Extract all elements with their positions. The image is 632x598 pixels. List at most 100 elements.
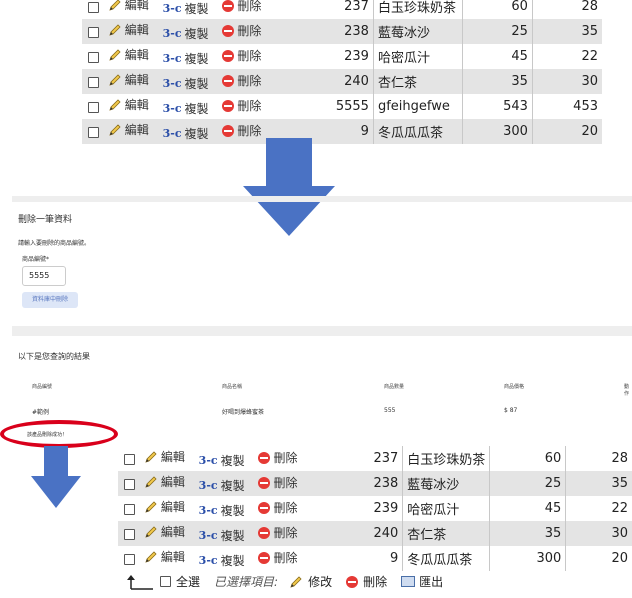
copy-button[interactable]: 3-c 複製 — [199, 477, 245, 494]
delete-button[interactable]: 刪除 — [222, 0, 261, 14]
edit-button[interactable]: 編輯 — [144, 448, 185, 465]
delete-icon — [258, 526, 271, 539]
copy-button[interactable]: 3-c 複製 — [163, 100, 209, 117]
copy-button[interactable]: 3-c 複製 — [199, 527, 245, 544]
edit-button[interactable]: 編輯 — [108, 0, 149, 13]
results-title: 以下是您查詢的結果 — [18, 352, 90, 361]
pencil-icon — [109, 0, 121, 11]
table-row: 編輯 3-c 複製 刪除 9 冬瓜瓜瓜茶 300 20 — [82, 119, 602, 144]
row-checkbox[interactable] — [88, 76, 99, 88]
cell-id: 239 — [317, 44, 374, 69]
cell-price: 22 — [532, 44, 602, 69]
pencil-icon — [109, 24, 121, 36]
cell-qty: 300 — [462, 119, 533, 144]
edit-button[interactable]: 編輯 — [144, 548, 185, 565]
form-title: 刪除一筆資料 — [18, 215, 73, 225]
delete-icon — [222, 24, 235, 37]
cell-qty: 300 — [489, 546, 567, 571]
cell-qty: 35 — [462, 69, 533, 94]
product-id-input[interactable]: 5555 — [22, 266, 66, 286]
cell-price: 28 — [532, 0, 602, 19]
highlight-oval — [0, 420, 118, 448]
cell-qty: 60 — [462, 0, 533, 19]
table-row: 編輯 3-c 複製 刪除 240 杏仁茶 35 30 — [118, 521, 632, 546]
table-row: 編輯 3-c 複製 刪除 5555 gfeihgefwe 543 453 — [82, 94, 602, 119]
edit-button[interactable]: 編輯 — [144, 523, 185, 540]
delete-icon — [258, 451, 271, 464]
cell-qty: 25 — [462, 19, 533, 44]
delete-from-db-button[interactable]: 資料庫中刪除 — [22, 292, 78, 308]
row-checkbox[interactable] — [88, 126, 99, 138]
cell-id: 238 — [357, 471, 404, 496]
small-down-arrow-icon — [31, 446, 81, 508]
edit-button[interactable]: 編輯 — [144, 498, 185, 515]
delete-button[interactable]: 刪除 — [222, 122, 261, 139]
delete-button[interactable]: 刪除 — [258, 499, 297, 516]
table-row: 編輯 3-c 複製 刪除 237 白玉珍珠奶茶 60 28 — [82, 0, 602, 19]
cell-id: 237 — [317, 0, 374, 19]
edit-button[interactable]: 編輯 — [108, 46, 149, 63]
row-checkbox[interactable] — [88, 51, 99, 63]
cell-id: 240 — [317, 69, 374, 94]
cell-id: 237 — [357, 446, 404, 471]
cell-price: 453 — [532, 94, 602, 119]
bulk-export-button[interactable]: 匯出 — [401, 573, 443, 590]
delete-button[interactable]: 刪除 — [258, 549, 297, 566]
table-row: 編輯 3-c 複製 刪除 239 哈密瓜汁 45 22 — [118, 496, 632, 521]
copy-icon: 3-c — [198, 503, 218, 517]
row-checkbox[interactable] — [124, 478, 135, 490]
row-checkbox[interactable] — [124, 528, 135, 540]
bulk-delete-button[interactable]: 刪除 — [346, 573, 387, 590]
cell-price: 30 — [532, 69, 602, 94]
cell-price: 30 — [565, 521, 632, 546]
copy-button[interactable]: 3-c 複製 — [163, 25, 209, 42]
copy-button[interactable]: 3-c 複製 — [163, 75, 209, 92]
delete-button[interactable]: 刪除 — [222, 22, 261, 39]
edit-button[interactable]: 編輯 — [108, 121, 149, 138]
delete-button[interactable]: 刪除 — [258, 449, 297, 466]
cell-name: 哈密瓜汁 — [373, 44, 464, 69]
result-product-name: 好喝到爆蜂蜜茶 — [222, 409, 265, 416]
row-checkbox[interactable] — [124, 553, 135, 565]
delete-icon — [258, 501, 271, 514]
select-all-checkbox[interactable]: 全選 — [160, 573, 200, 590]
table-row: 編輯 3-c 複製 刪除 238 藍莓冰沙 25 35 — [82, 19, 602, 44]
result-product-id: #範例 — [32, 409, 50, 416]
edit-button[interactable]: 編輯 — [144, 473, 185, 490]
cell-price: 35 — [532, 19, 602, 44]
cell-name: 哈密瓜汁 — [402, 496, 491, 521]
copy-button[interactable]: 3-c 複製 — [199, 502, 245, 519]
cell-qty: 543 — [462, 94, 533, 119]
cell-price: 35 — [565, 471, 632, 496]
cell-qty: 45 — [462, 44, 533, 69]
cell-name: 藍莓冰沙 — [402, 471, 491, 496]
big-down-arrow-icon — [243, 138, 335, 236]
pencil-icon — [145, 526, 157, 538]
row-checkbox[interactable] — [88, 26, 99, 38]
row-checkbox[interactable] — [88, 101, 99, 113]
delete-button[interactable]: 刪除 — [222, 72, 261, 89]
copy-button[interactable]: 3-c 複製 — [163, 0, 209, 17]
cell-name: 冬瓜瓜瓜茶 — [373, 119, 464, 144]
delete-button[interactable]: 刪除 — [258, 524, 297, 541]
row-checkbox[interactable] — [124, 503, 135, 515]
result-product-price: $ 87 — [504, 407, 518, 414]
delete-button[interactable]: 刪除 — [222, 47, 261, 64]
edit-button[interactable]: 編輯 — [108, 96, 149, 113]
table-row: 編輯 3-c 複製 刪除 240 杏仁茶 35 30 — [82, 69, 602, 94]
pencil-icon — [145, 501, 157, 513]
corner-arrow-up-icon — [127, 574, 153, 590]
bulk-modify-button[interactable]: 修改 — [288, 573, 332, 590]
edit-button[interactable]: 編輯 — [108, 71, 149, 88]
copy-button[interactable]: 3-c 複製 — [163, 50, 209, 67]
row-checkbox[interactable] — [124, 453, 135, 465]
delete-button[interactable]: 刪除 — [222, 97, 261, 114]
copy-button[interactable]: 3-c 複製 — [199, 452, 245, 469]
delete-button[interactable]: 刪除 — [258, 474, 297, 491]
edit-button[interactable]: 編輯 — [108, 21, 149, 38]
copy-button[interactable]: 3-c 複製 — [163, 125, 209, 142]
cell-qty: 25 — [489, 471, 567, 496]
copy-button[interactable]: 3-c 複製 — [199, 552, 245, 569]
row-checkbox[interactable] — [88, 1, 99, 13]
cell-name: 杏仁茶 — [402, 521, 491, 546]
